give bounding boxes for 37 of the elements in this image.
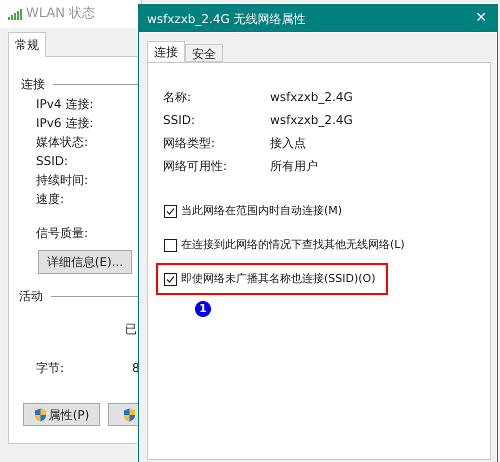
field-label: SSID: — [36, 154, 70, 169]
option-label: 即使网络未广播其名称也连接(SSID)(O) — [181, 270, 376, 287]
field-label: 信号质量: — [36, 225, 90, 242]
section-header: 活动 — [19, 288, 43, 305]
checkbox[interactable] — [164, 204, 177, 218]
details-button[interactable]: 详细信息(E)... — [38, 250, 132, 274]
dialog-title: wsfxzxb_2.4G 无线网络属性 — [147, 10, 306, 28]
signal-icon — [8, 8, 22, 20]
field-label: IPv6 连接: — [36, 116, 94, 131]
shield-icon — [34, 408, 47, 422]
checkbox[interactable] — [164, 238, 177, 252]
property-label: SSID: — [163, 112, 196, 128]
shield-icon — [123, 408, 136, 422]
field-label: 字节: — [36, 360, 66, 377]
option-label: 当此网络在范围内时自动连接(M) — [181, 202, 342, 219]
property-value: 接入点 — [270, 134, 306, 152]
tab[interactable]: 常规 — [8, 32, 46, 57]
section-header: 连接 — [21, 76, 45, 93]
field-label: IPv4 连接: — [36, 97, 94, 112]
step-badge: 1 — [195, 301, 211, 317]
property-label: 网络可用性: — [163, 158, 228, 174]
property-value: wsfxzxb_2.4G — [270, 112, 353, 128]
column-header: 已 — [124, 321, 138, 338]
properties-button[interactable]: 属性(P) — [23, 403, 100, 426]
window-title: WLAN 状态 — [26, 5, 96, 24]
tab[interactable]: 安全 — [185, 44, 223, 62]
property-label: 网络类型: — [163, 134, 216, 152]
checkbox[interactable] — [164, 272, 177, 286]
field-label: 持续时间: — [36, 173, 90, 188]
field-label: 媒体状态: — [36, 135, 90, 150]
property-value: wsfxzxb_2.4G — [270, 88, 353, 106]
property-value: 所有用户 — [270, 158, 318, 174]
option-label: 在连接到此网络的情况下查找其他无线网络(L) — [181, 236, 405, 253]
field-label: 速度: — [36, 192, 66, 207]
tab[interactable]: 连接 — [147, 41, 185, 62]
close-button[interactable]: ✕ — [471, 8, 491, 29]
property-label: 名称: — [163, 88, 192, 106]
